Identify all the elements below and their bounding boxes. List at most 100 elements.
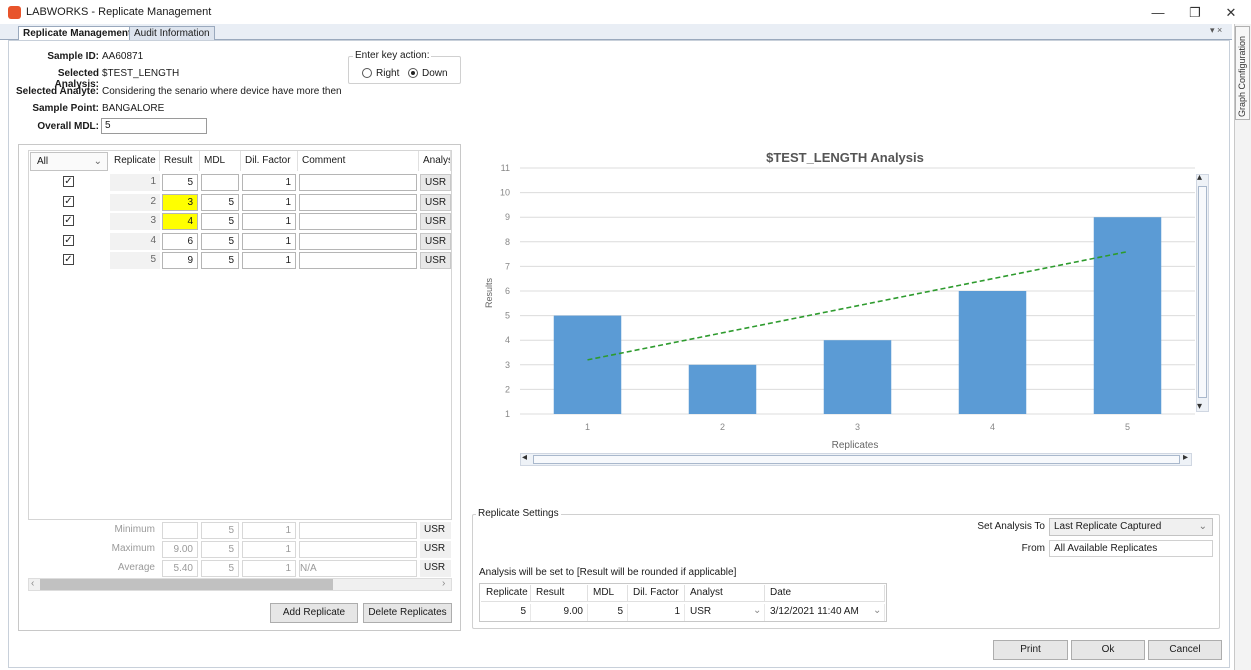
- overall-mdl-input[interactable]: 5: [101, 118, 207, 134]
- row-replicate-number: 5: [110, 252, 160, 269]
- tab-replicate-management[interactable]: Replicate Management: [18, 26, 137, 41]
- summary-result: [162, 522, 198, 539]
- down-radio[interactable]: [408, 68, 418, 78]
- summary-dil-factor: 1: [242, 541, 296, 558]
- chart-scroll-up-icon[interactable]: ▴: [1197, 172, 1202, 183]
- delete-replicates-button[interactable]: Delete Replicates: [363, 603, 452, 623]
- row-analyst-select[interactable]: USR: [420, 252, 451, 269]
- row-comment-input[interactable]: [299, 213, 417, 230]
- filter-dropdown[interactable]: All ⌄: [30, 152, 108, 171]
- summary-mdl: 5: [201, 541, 239, 558]
- row-analyst-select[interactable]: USR: [420, 213, 451, 230]
- row-comment-input[interactable]: [299, 252, 417, 269]
- sample-id-value: AA60871: [102, 51, 144, 62]
- row-checkbox[interactable]: ✓: [63, 254, 74, 265]
- col-mdl[interactable]: MDL: [200, 151, 241, 171]
- graph-configuration-tab[interactable]: Graph Configuration: [1235, 26, 1250, 120]
- settings-col-header: Date: [765, 585, 885, 602]
- print-button[interactable]: Print: [993, 640, 1068, 660]
- set-analysis-dropdown[interactable]: Last Replicate Captured ⌄: [1049, 518, 1213, 536]
- row-analyst-select[interactable]: USR: [420, 174, 451, 191]
- row-analyst-select[interactable]: USR: [420, 193, 451, 211]
- row-checkbox[interactable]: ✓: [63, 176, 74, 187]
- row-analyst-select[interactable]: USR: [420, 232, 451, 250]
- sample-point-value: BANGALORE: [102, 103, 165, 114]
- chart-scroll-down-icon[interactable]: ▾: [1197, 401, 1202, 412]
- overall-mdl-label: Overall MDL:: [37, 121, 99, 132]
- row-checkbox[interactable]: ✓: [63, 215, 74, 226]
- cancel-button[interactable]: Cancel: [1148, 640, 1222, 660]
- tab-pin-close-icon[interactable]: ▾ ×: [1210, 25, 1222, 36]
- row-result-input[interactable]: 3: [162, 193, 198, 211]
- row-comment-input[interactable]: [299, 193, 417, 211]
- row-result-input[interactable]: 5: [162, 174, 198, 191]
- chart-x-tick-label: 5: [1125, 422, 1130, 432]
- row-dil-factor-input[interactable]: 1: [242, 252, 296, 269]
- row-mdl-input[interactable]: 5: [201, 213, 239, 230]
- set-analysis-value: Last Replicate Captured: [1054, 521, 1162, 532]
- settings-note: Analysis will be set to [Result will be …: [479, 567, 737, 578]
- chart-area: $TEST_LENGTH Analysis Results Replicates…: [472, 148, 1225, 478]
- col-dil-factor[interactable]: Dil. Factor: [241, 151, 298, 171]
- summary-comment: [299, 541, 417, 558]
- chart-bar: [1093, 217, 1162, 414]
- chart-x-axis-label: Replicates: [832, 440, 879, 451]
- from-value: All Available Replicates: [1049, 540, 1213, 557]
- row-comment-input[interactable]: [299, 232, 417, 250]
- settings-cell-date[interactable]: 3/12/2021 11:40 AM: [765, 604, 885, 621]
- scroll-left-icon[interactable]: ‹: [31, 578, 34, 589]
- set-analysis-label: Set Analysis To: [977, 521, 1045, 532]
- sample-point-label: Sample Point:: [32, 103, 99, 114]
- settings-col-header: Dil. Factor: [628, 585, 685, 602]
- right-radio-label: Right: [376, 68, 400, 79]
- row-dil-factor-input[interactable]: 1: [242, 193, 296, 211]
- row-dil-factor-input[interactable]: 1: [242, 232, 296, 250]
- row-checkbox[interactable]: ✓: [63, 195, 74, 207]
- right-radio[interactable]: [362, 68, 372, 78]
- settings-cell-result: 9.00: [531, 604, 588, 621]
- row-checkbox[interactable]: ✓: [63, 234, 74, 246]
- row-result-input[interactable]: 4: [162, 213, 198, 230]
- chart-scroll-right-icon[interactable]: ▸: [1183, 452, 1188, 463]
- summary-dil-factor: 1: [242, 522, 296, 539]
- row-comment-input[interactable]: [299, 174, 417, 191]
- minimize-button[interactable]: —: [1143, 3, 1173, 23]
- row-result-input[interactable]: 9: [162, 252, 198, 269]
- col-comment[interactable]: Comment: [298, 151, 419, 171]
- row-mdl-input[interactable]: 5: [201, 193, 239, 211]
- row-mdl-input[interactable]: 5: [201, 232, 239, 250]
- row-dil-factor-input[interactable]: 1: [242, 174, 296, 191]
- chart-hscroll-thumb[interactable]: [533, 455, 1180, 464]
- summary-analyst: USR: [420, 560, 451, 577]
- from-label: From: [1021, 543, 1045, 554]
- col-analyst[interactable]: Analys: [419, 151, 451, 171]
- down-radio-label: Down: [422, 68, 448, 79]
- row-mdl-input[interactable]: 5: [201, 252, 239, 269]
- col-replicate[interactable]: Replicate: [110, 151, 160, 171]
- analysis-value: $TEST_LENGTH: [102, 68, 180, 79]
- restore-button[interactable]: ❐: [1180, 3, 1210, 23]
- chart-y-tick-label: 3: [505, 360, 510, 370]
- chevron-down-icon: ⌄: [753, 605, 762, 616]
- row-result-input[interactable]: 6: [162, 232, 198, 250]
- chart-y-tick-label: 5: [505, 311, 510, 321]
- add-replicate-button[interactable]: Add Replicate: [270, 603, 358, 623]
- scroll-right-icon[interactable]: ›: [442, 578, 445, 589]
- row-mdl-input[interactable]: [201, 174, 239, 191]
- close-button[interactable]: ✕: [1216, 3, 1246, 23]
- summary-label: Average: [117, 562, 155, 573]
- tab-audit-information[interactable]: Audit Information: [129, 26, 215, 40]
- chart-vscroll-thumb[interactable]: [1198, 186, 1207, 398]
- chart-y-tick-label: 2: [505, 384, 510, 394]
- app-logo-icon: [8, 6, 21, 19]
- row-dil-factor-input[interactable]: 1: [242, 213, 296, 230]
- chevron-down-icon: ⌄: [1198, 521, 1207, 532]
- summary-result: 5.40: [162, 560, 198, 577]
- chart-scroll-left-icon[interactable]: ◂: [522, 452, 527, 463]
- grid-scroll-thumb[interactable]: [40, 579, 333, 590]
- summary-comment: N/A: [299, 560, 417, 577]
- chart-y-tick-label: 8: [505, 237, 510, 247]
- row-replicate-number: 1: [110, 174, 160, 191]
- col-result[interactable]: Result: [160, 151, 200, 171]
- ok-button[interactable]: Ok: [1071, 640, 1145, 660]
